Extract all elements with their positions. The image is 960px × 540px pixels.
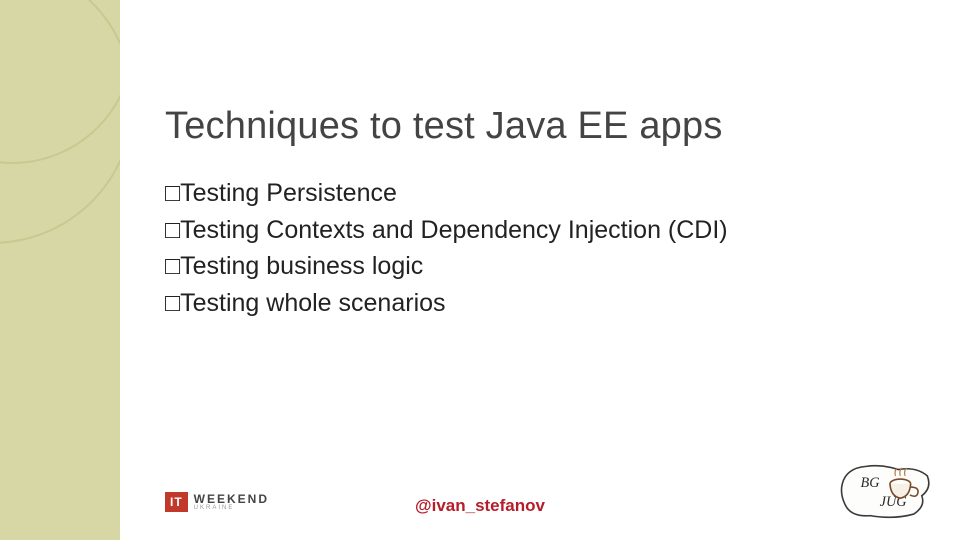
weekend-text: WEEKEND bbox=[194, 493, 269, 505]
twitter-handle: @ivan_stefanov bbox=[415, 496, 545, 516]
slide-title: Techniques to test Java EE apps bbox=[165, 105, 723, 148]
bgjug-logo: BG JUG bbox=[838, 460, 934, 522]
decorative-left-band bbox=[0, 0, 120, 540]
list-item: □Testing business logic bbox=[165, 249, 905, 284]
list-item: □Testing whole scenarios bbox=[165, 286, 905, 321]
ukraine-text: UKRAINE bbox=[194, 505, 269, 511]
itweekend-logo: IT WEEKEND UKRAINE bbox=[165, 492, 269, 512]
checkbox-icon: □ bbox=[165, 176, 180, 211]
bullet-list: □Testing Persistence □Testing Contexts a… bbox=[165, 176, 905, 322]
bullet-text: Testing business logic bbox=[180, 252, 423, 280]
checkbox-icon: □ bbox=[165, 249, 180, 284]
footer: IT WEEKEND UKRAINE @ivan_stefanov BG JUG bbox=[0, 462, 960, 522]
bullet-text: Testing Contexts and Dependency Injectio… bbox=[180, 216, 728, 244]
bullet-text: Testing Persistence bbox=[180, 179, 397, 207]
checkbox-icon: □ bbox=[165, 286, 180, 321]
checkbox-icon: □ bbox=[165, 213, 180, 248]
svg-text:BG: BG bbox=[861, 475, 881, 491]
list-item: □Testing Contexts and Dependency Injecti… bbox=[165, 213, 905, 248]
list-item: □Testing Persistence bbox=[165, 176, 905, 211]
it-badge: IT bbox=[165, 492, 188, 512]
bullet-text: Testing whole scenarios bbox=[180, 289, 445, 317]
